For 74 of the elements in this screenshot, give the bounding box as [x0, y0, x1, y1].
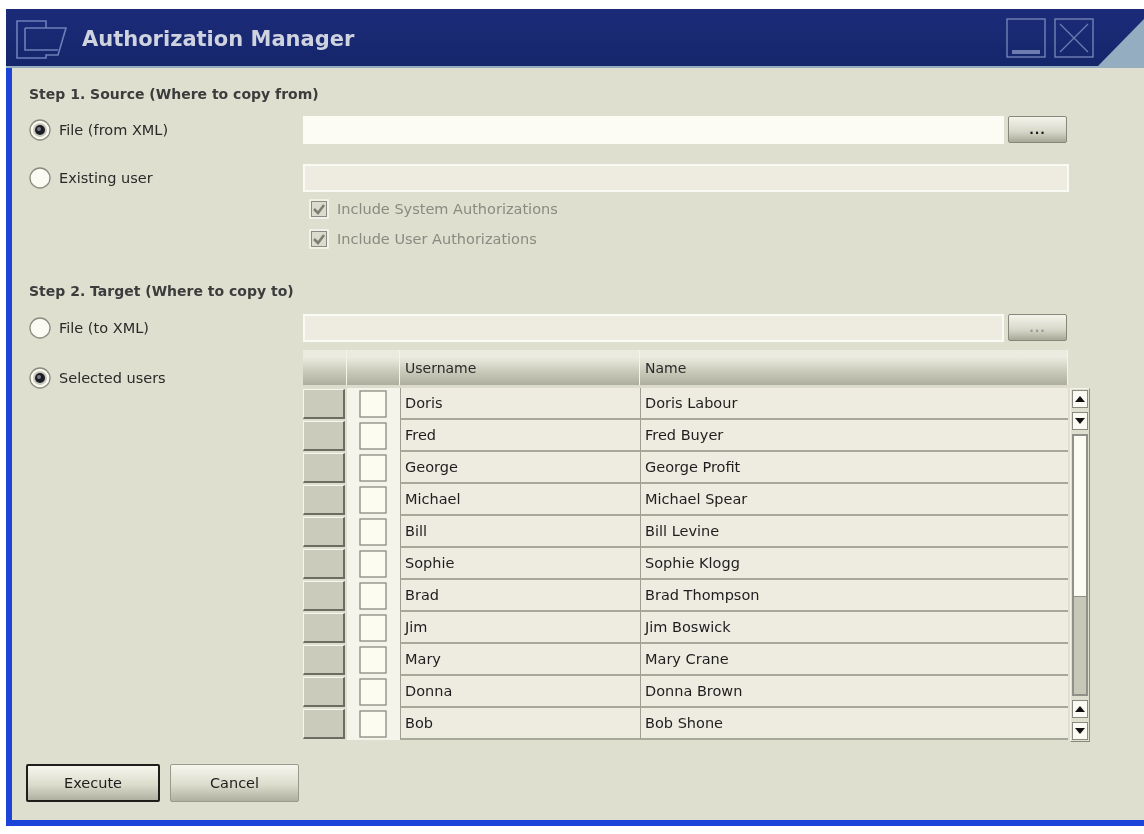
row-header[interactable]: [303, 421, 345, 451]
radio-label: Existing user: [59, 170, 153, 186]
table-cell: Donna Brown: [640, 676, 1068, 708]
section-heading: Step 2. Target (Where to copy to): [29, 283, 294, 299]
radio-label: File (from XML): [59, 122, 169, 138]
input-field[interactable]: [303, 164, 1069, 192]
column-header[interactable]: Username: [400, 359, 477, 376]
checkbox[interactable]: [358, 613, 387, 642]
table-cell: Donna: [400, 676, 640, 708]
checkbox[interactable]: [358, 677, 387, 706]
table-cell: Bob: [400, 708, 640, 740]
checkbox[interactable]: [358, 549, 387, 578]
checkbox[interactable]: [358, 485, 387, 514]
row-header[interactable]: [303, 645, 345, 675]
scroll-thumb[interactable]: [1074, 436, 1086, 597]
checkbox[interactable]: [358, 645, 387, 674]
table-cell: Michael Spear: [640, 484, 1068, 516]
column-header[interactable]: Name: [640, 359, 687, 376]
browse-button[interactable]: ...: [1008, 116, 1067, 143]
table-cell: Mary: [400, 644, 640, 676]
checkbox-label: Include System Authorizations: [337, 201, 558, 217]
table-cell: Jim: [400, 612, 640, 644]
row-header[interactable]: [303, 389, 345, 419]
scroll-down-icon[interactable]: [1072, 722, 1088, 740]
radio-button[interactable]: [29, 119, 51, 141]
minimize-icon[interactable]: [1006, 18, 1046, 58]
checkbox[interactable]: [358, 709, 387, 738]
radio-button[interactable]: [29, 317, 51, 339]
table-cell: Sophie: [400, 548, 640, 580]
row-header[interactable]: [303, 485, 345, 515]
table-cell: Fred Buyer: [640, 420, 1068, 452]
table-cell: Brad Thompson: [640, 580, 1068, 612]
table-cell: Fred: [400, 420, 640, 452]
row-header[interactable]: [303, 549, 345, 579]
row-header[interactable]: [303, 517, 345, 547]
checkbox[interactable]: [358, 421, 387, 450]
checkbox[interactable]: [358, 389, 387, 418]
table-cell: Doris Labour: [640, 388, 1068, 420]
close-icon[interactable]: [1054, 18, 1094, 58]
row-header[interactable]: [303, 453, 345, 483]
table-cell: Brad: [400, 580, 640, 612]
table-cell: George: [400, 452, 640, 484]
radio-button[interactable]: [29, 367, 51, 389]
table-cell: Bill: [400, 516, 640, 548]
table-cell: Jim Boswick: [640, 612, 1068, 644]
scroll-down-icon[interactable]: [1072, 412, 1088, 430]
checkbox[interactable]: [358, 453, 387, 482]
radio-label: File (to XML): [59, 320, 149, 336]
window-icon: [16, 18, 68, 59]
table-cell: Doris: [400, 388, 640, 420]
table-cell: George Profit: [640, 452, 1068, 484]
scrollbar[interactable]: [1070, 388, 1090, 742]
table-cell: Mary Crane: [640, 644, 1068, 676]
section-heading: Step 1. Source (Where to copy from): [29, 86, 319, 102]
row-header[interactable]: [303, 709, 345, 739]
row-header[interactable]: [303, 613, 345, 643]
row-header[interactable]: [303, 677, 345, 707]
checkbox[interactable]: [358, 581, 387, 610]
checkbox[interactable]: [358, 517, 387, 546]
cancel-button[interactable]: Cancel: [170, 764, 299, 802]
table-cell: Sophie Klogg: [640, 548, 1068, 580]
checkbox-label: Include User Authorizations: [337, 231, 537, 247]
scroll-up-icon[interactable]: [1072, 390, 1088, 408]
input-field[interactable]: [303, 116, 1004, 144]
radio-label: Selected users: [59, 370, 166, 386]
window-title: Authorization Manager: [82, 26, 355, 51]
scroll-up-icon[interactable]: [1072, 700, 1088, 718]
radio-button[interactable]: [29, 167, 51, 189]
row-header[interactable]: [303, 581, 345, 611]
execute-button[interactable]: Execute: [26, 764, 160, 802]
input-field[interactable]: [303, 314, 1004, 342]
table-cell: Michael: [400, 484, 640, 516]
table-cell: Bill Levine: [640, 516, 1068, 548]
table-cell: Bob Shone: [640, 708, 1068, 740]
